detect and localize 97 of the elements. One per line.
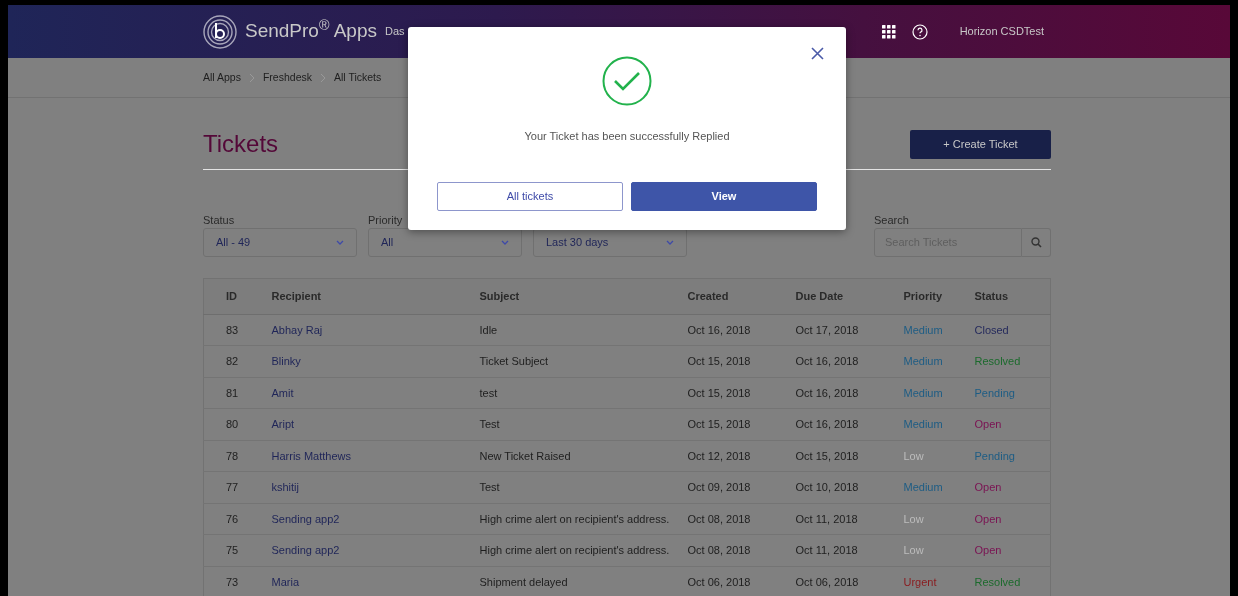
recipient-link[interactable]: kshitij (271, 471, 480, 503)
brand-name[interactable]: SendPro$^{®}$ Apps (245, 17, 377, 46)
table-cell: Oct 06, 2018 (795, 566, 904, 596)
table-cell: Ticket Subject (479, 345, 688, 377)
priority-cell: Medium (903, 314, 975, 346)
priority-cell: Medium (903, 408, 975, 440)
priority-cell: Low (903, 534, 975, 566)
column-header: ID (203, 278, 272, 314)
priority-cell: Medium (903, 377, 975, 409)
table-cell: Oct 12, 2018 (687, 440, 796, 472)
priority-cell: Low (903, 503, 975, 535)
table-cell: Oct 16, 2018 (795, 377, 904, 409)
recipient-link[interactable]: Amit (271, 377, 480, 409)
table-cell: Oct 08, 2018 (687, 503, 796, 535)
table-cell: Oct 16, 2018 (795, 345, 904, 377)
table-cell: 76 (203, 503, 272, 535)
chevron-down-icon (666, 240, 674, 245)
status-cell: Pending (974, 377, 1051, 409)
logo-icon (203, 14, 237, 49)
column-header: Created (687, 278, 796, 314)
table-cell: Test (479, 408, 688, 440)
success-message: Your Ticket has been successfully Replied (524, 129, 730, 144)
table-cell: High crime alert on recipient's address. (479, 503, 688, 535)
filter-label: Status (203, 213, 236, 228)
apps-grid-icon[interactable] (880, 24, 896, 39)
search-label: Search (874, 213, 910, 228)
recipient-link[interactable]: Blinky (271, 345, 480, 377)
status-cell: Open (974, 471, 1051, 503)
column-header: Priority (903, 278, 975, 314)
chevron-right-icon (248, 72, 255, 83)
recipient-link[interactable]: Abhay Raj (271, 314, 480, 346)
column-header: Due Date (795, 278, 904, 314)
success-check-icon (602, 56, 652, 106)
recipient-link[interactable]: Harris Matthews (271, 440, 480, 472)
nav-link[interactable]: Das (385, 23, 405, 40)
table-cell: Oct 17, 2018 (795, 314, 904, 346)
status-cell: Resolved (974, 345, 1051, 377)
page-title: Tickets (203, 130, 279, 159)
table-cell: Oct 08, 2018 (687, 534, 796, 566)
breadcrumb-link[interactable]: Freshdesk (262, 69, 312, 86)
table-cell: Oct 16, 2018 (687, 314, 796, 346)
view-button[interactable]: View (631, 181, 817, 211)
column-header: Status (974, 278, 1051, 314)
table-cell: 83 (203, 314, 272, 346)
status-cell: Open (974, 534, 1051, 566)
status-cell: Resolved (974, 566, 1051, 596)
table-cell: 82 (203, 345, 272, 377)
status-cell: Closed (974, 314, 1051, 346)
table-cell: Shipment delayed (479, 566, 688, 596)
priority-cell: Low (903, 440, 975, 472)
table-cell: 80 (203, 408, 272, 440)
table-cell: 77 (203, 471, 272, 503)
table-cell: test (479, 377, 688, 409)
user-name[interactable]: Horizon CSDTest (959, 23, 1044, 40)
chevron-right-icon (320, 72, 326, 83)
table-cell: Oct 06, 2018 (687, 566, 796, 596)
recipient-link[interactable]: Maria (271, 566, 480, 596)
all-tickets-button[interactable]: All tickets (437, 181, 623, 211)
search-icon (1030, 237, 1042, 248)
table-cell: Oct 11, 2018 (795, 534, 904, 566)
table-cell: 78 (203, 440, 272, 472)
status-cell: Open (974, 408, 1051, 440)
column-header: Recipient (271, 278, 480, 314)
column-header: Subject (479, 278, 688, 314)
table-cell: Oct 15, 2018 (795, 440, 904, 472)
filter-label: Priority (368, 213, 404, 228)
create-ticket-button[interactable]: + Create Ticket (910, 130, 1051, 159)
recipient-link[interactable]: Sending app2 (271, 503, 480, 535)
search-button[interactable] (1022, 228, 1051, 257)
chevron-down-icon (501, 240, 509, 245)
table-cell: Oct 15, 2018 (687, 377, 796, 409)
priority-cell: Urgent (903, 566, 975, 596)
table-cell: 75 (203, 534, 272, 566)
recipient-link[interactable]: Aript (271, 408, 480, 440)
breadcrumb-link[interactable]: All Tickets (334, 69, 382, 86)
select-field[interactable]: All - 49 (203, 228, 357, 257)
table-cell: Oct 15, 2018 (687, 408, 796, 440)
status-cell: Pending (974, 440, 1051, 472)
table-cell: 81 (203, 377, 272, 409)
table-cell: Test (479, 471, 688, 503)
table-cell: Idle (479, 314, 688, 346)
close-button[interactable] (811, 47, 824, 60)
priority-cell: Medium (903, 471, 975, 503)
status-cell: Open (974, 503, 1051, 535)
table-cell: Oct 15, 2018 (687, 345, 796, 377)
help-icon[interactable] (911, 23, 928, 40)
chevron-down-icon (336, 240, 344, 245)
table-cell: Oct 09, 2018 (687, 471, 796, 503)
breadcrumb-link[interactable]: All Apps (203, 69, 241, 86)
table-cell: New Ticket Raised (479, 440, 688, 472)
table-cell: Oct 11, 2018 (795, 503, 904, 535)
priority-cell: Medium (903, 345, 975, 377)
table-cell: Oct 16, 2018 (795, 408, 904, 440)
recipient-link[interactable]: Sending app2 (271, 534, 480, 566)
table-cell: 73 (203, 566, 272, 596)
table-cell: High crime alert on recipient's address. (479, 534, 688, 566)
table-cell: Oct 10, 2018 (795, 471, 904, 503)
